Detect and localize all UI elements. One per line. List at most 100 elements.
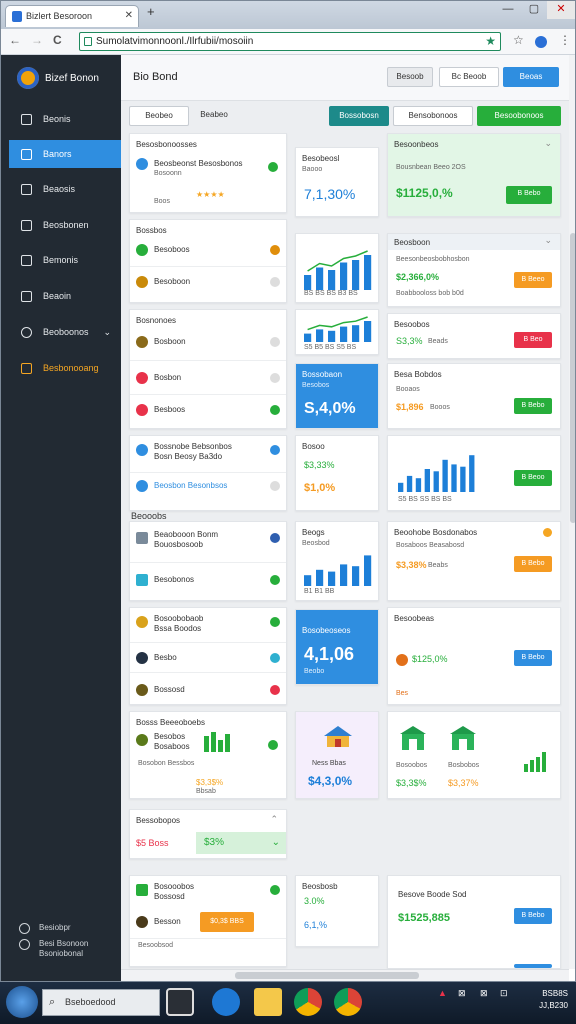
- browser-tab[interactable]: Bizlert Besoroon ✕: [5, 5, 139, 27]
- tab-2[interactable]: Beabeo: [191, 106, 237, 126]
- amount-pill[interactable]: $0,3$ BBS: [200, 912, 254, 932]
- tray-icon-1[interactable]: ▲: [438, 988, 447, 998]
- list-item[interactable]: Besoboon: [136, 274, 280, 290]
- url-input[interactable]: Sumolatvimonnoonl./Ilrfubii/mosoiin ★: [79, 32, 501, 51]
- list-item[interactable]: Besobonos: [136, 572, 280, 588]
- chart-bar: [364, 321, 372, 342]
- chart-axis: S5 B5 BS S5 BS: [304, 344, 357, 351]
- people-icon: [136, 916, 148, 928]
- maximize-button[interactable]: ▢: [521, 1, 547, 19]
- sidebar-item-label: Beosbonen: [43, 220, 89, 230]
- tab-title: Bizlert Besoroon: [26, 11, 93, 21]
- list-item[interactable]: Bosooobos Bossosd: [136, 882, 280, 906]
- action-pill[interactable]: B Bebo: [514, 556, 552, 572]
- vertical-scrollbar[interactable]: [569, 55, 575, 969]
- chevron-down-icon[interactable]: ⌄: [544, 138, 552, 149]
- action-pill[interactable]: B Beoo: [514, 470, 552, 486]
- card-title: Beosbosb: [302, 882, 338, 891]
- filter-select[interactable]: $3% ⌄: [196, 832, 286, 854]
- select-dropdown[interactable]: Bensobonoos: [393, 106, 473, 126]
- action-pill[interactable]: B Bebo: [514, 650, 552, 666]
- lock-icon: [84, 37, 92, 46]
- taskbar-search[interactable]: ⌕ Bseboedood: [42, 989, 160, 1016]
- list-item[interactable]: Bossnobe Bebsonbos Bosn Beosy Ba3do: [136, 442, 280, 466]
- list-item[interactable]: Besboos: [136, 402, 280, 418]
- bookmark-star-icon[interactable]: ★: [485, 33, 496, 50]
- item-meta: Bosoonn: [154, 170, 182, 177]
- tray-icon-2[interactable]: ⊠: [458, 988, 466, 999]
- minimize-button[interactable]: —: [495, 1, 521, 19]
- tab-1[interactable]: Beobeo: [129, 106, 189, 126]
- metric-card-7: Besove Boode Sod $1525,885 B Bebo: [387, 875, 561, 969]
- action-pill[interactable]: B Beo: [514, 332, 552, 348]
- sidebar-item-label: Besbonooang: [43, 363, 99, 373]
- chart-icon: [21, 363, 32, 374]
- stat-value: S,4,0%: [304, 400, 356, 417]
- scrollbar-thumb[interactable]: [570, 233, 575, 523]
- scrollbar-thumb[interactable]: [235, 972, 419, 979]
- action-pill[interactable]: B Bebo: [514, 398, 552, 414]
- list-item[interactable]: Beaobooon Bonm Bouosbosoob: [136, 530, 280, 554]
- list-item[interactable]: Besoboos: [136, 242, 280, 258]
- chevron-up-icon[interactable]: ⌃: [270, 814, 278, 825]
- item-sub: Bosn Beosy Ba3do: [154, 452, 223, 461]
- sidebar-item-8[interactable]: Besbonooang: [9, 354, 121, 382]
- forward-button[interactable]: →: [31, 33, 43, 47]
- rating-stars: ★★★★: [196, 190, 225, 199]
- item-label: Besson: [154, 917, 181, 926]
- sidebar-item-6[interactable]: Beaoin: [9, 282, 121, 310]
- list-item[interactable]: Bosoobobaob Bssa Boodos: [136, 614, 280, 638]
- list-item[interactable]: Bosbon: [136, 370, 280, 386]
- sidebar-footer-1[interactable]: Besiobpr: [19, 923, 71, 934]
- profile-icon[interactable]: [535, 36, 547, 48]
- task-view-icon[interactable]: [166, 988, 194, 1016]
- sidebar-item-1[interactable]: Beonis: [9, 105, 121, 133]
- new-tab-button[interactable]: +: [147, 4, 155, 19]
- green-button[interactable]: Besoobonoos: [477, 106, 561, 126]
- header-button-1[interactable]: Besoob: [387, 67, 433, 87]
- tray-icon-3[interactable]: ⊠: [480, 988, 488, 999]
- header-button-2[interactable]: Bc Beoob: [439, 67, 499, 87]
- chevron-down-icon[interactable]: ⌄: [544, 235, 552, 246]
- card-list-4: Bossnobe Bebsonbos Bosn Beosy Ba3do Beosb…: [129, 435, 287, 511]
- list-item[interactable]: Bosboon: [136, 334, 280, 350]
- close-tab-icon[interactable]: ✕: [125, 6, 133, 26]
- action-pill[interactable]: B Bebo: [514, 908, 552, 924]
- action-pill[interactable]: B Bebo: [506, 186, 552, 204]
- start-button[interactable]: [6, 986, 38, 1018]
- edge-icon[interactable]: [212, 988, 240, 1016]
- sidebar-footer-2[interactable]: Besi Bsonoon Bsoniobonal: [19, 939, 88, 959]
- sidebar-item-7[interactable]: Beoboonos ⌄: [9, 318, 121, 346]
- chart-bar: [304, 575, 312, 586]
- brand[interactable]: Bizef Bonon: [17, 67, 117, 91]
- horizontal-scrollbar[interactable]: [121, 969, 569, 981]
- back-button[interactable]: ←: [9, 33, 21, 47]
- list-item[interactable]: Beosbon Besonbsos: [136, 478, 280, 494]
- header-button-3[interactable]: Beoas: [503, 67, 559, 87]
- chrome-icon-2[interactable]: [334, 988, 362, 1016]
- teal-button[interactable]: Bossobosn: [329, 106, 389, 126]
- card-sub: Beosbod: [302, 540, 330, 547]
- tray-icon-4[interactable]: ⊡: [500, 988, 508, 999]
- stat-value: 3.0%: [304, 896, 325, 906]
- list-item[interactable]: Bossosd: [136, 682, 280, 698]
- sidebar-item-4[interactable]: Beosbonen: [9, 211, 121, 239]
- bookmark-icon[interactable]: ☆: [513, 33, 524, 47]
- sidebar-item-3[interactable]: Beaosis: [9, 175, 121, 203]
- close-window-button[interactable]: ✕: [547, 1, 575, 19]
- chrome-icon[interactable]: [294, 988, 322, 1016]
- menu-icon[interactable]: ⋮: [559, 33, 571, 47]
- clock[interactable]: BSB8S JJ,B230: [539, 988, 568, 1012]
- list-item[interactable]: Besbo: [136, 650, 280, 666]
- card-title: Bossobaon: [302, 370, 343, 379]
- item-sub: Besosbonos: [198, 159, 243, 168]
- reload-button[interactable]: C: [53, 33, 62, 47]
- chart-bar: [316, 329, 324, 342]
- file-explorer-icon[interactable]: [254, 988, 282, 1016]
- sidebar-item-5[interactable]: Bemonis: [9, 246, 121, 274]
- action-pill[interactable]: B Beeo: [514, 272, 552, 288]
- sidebar-item-2[interactable]: Banors: [9, 140, 121, 168]
- box-icon: [136, 574, 148, 586]
- stat-value: $3,3$%: [396, 778, 427, 788]
- item-label: Bosoobobaob: [154, 614, 204, 623]
